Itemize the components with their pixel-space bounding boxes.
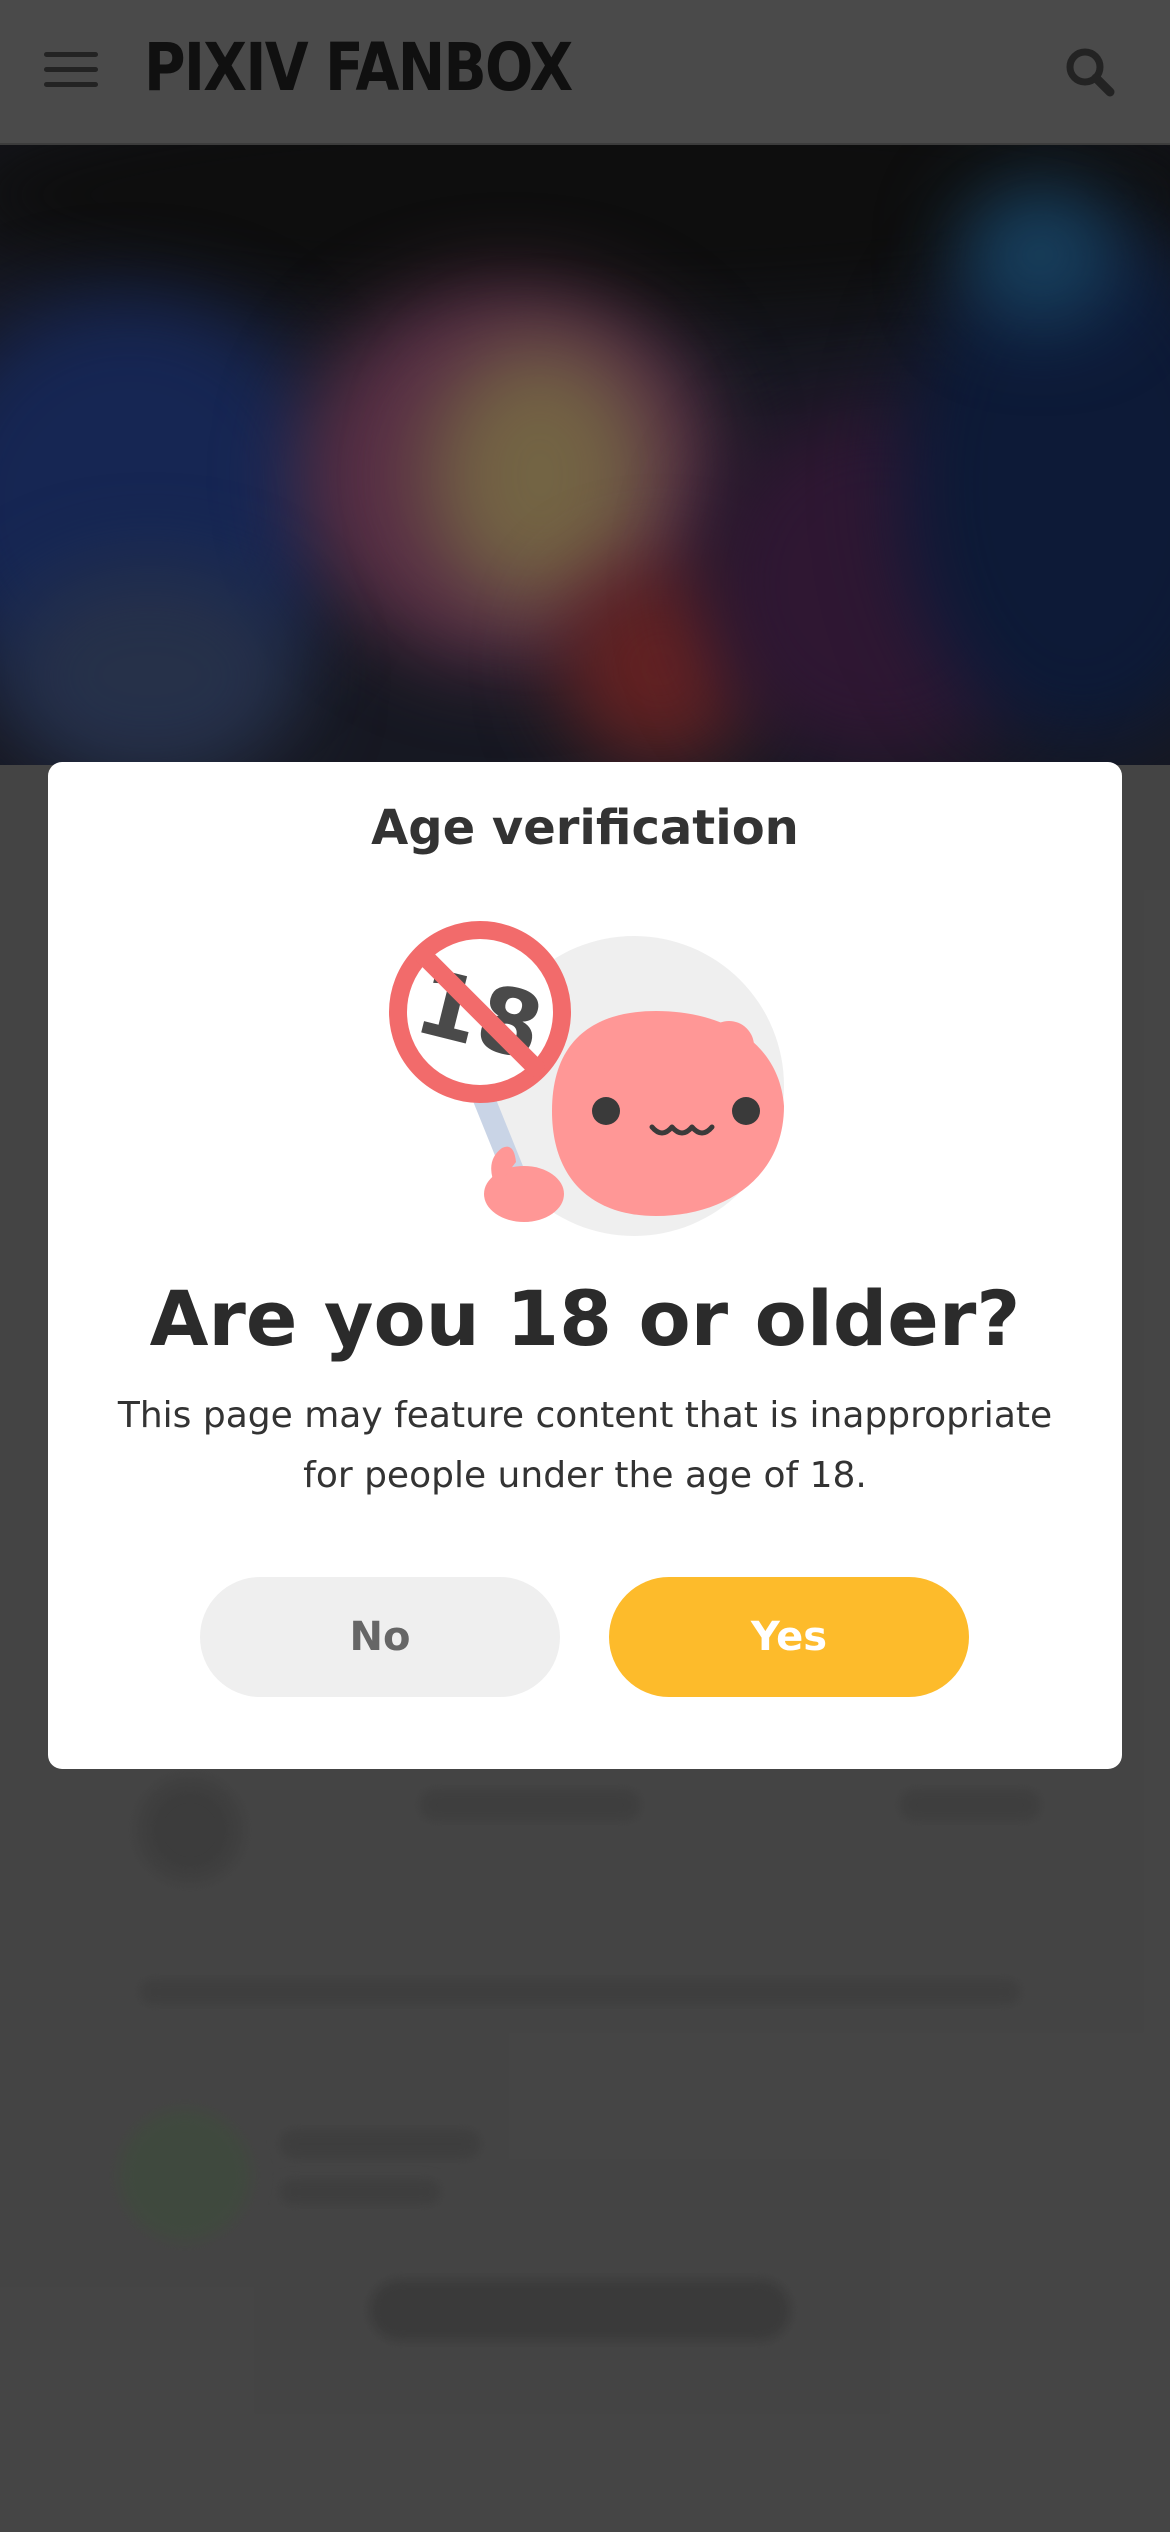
mascot-no-18-illustration: 18 xyxy=(384,916,784,1236)
page: PIXIV FANBOX Age verification Are you 18… xyxy=(0,0,1170,2532)
no-button[interactable]: No xyxy=(200,1577,560,1697)
age-verification-dialog: Age verification Are you 18 or older? Th… xyxy=(48,762,1122,1769)
yes-button[interactable]: Yes xyxy=(609,1577,969,1697)
dialog-title: Age verification xyxy=(371,800,799,856)
age-question: Are you 18 or older? xyxy=(149,1274,1021,1363)
age-warning-text: This page may feature content that is in… xyxy=(117,1395,1053,1496)
